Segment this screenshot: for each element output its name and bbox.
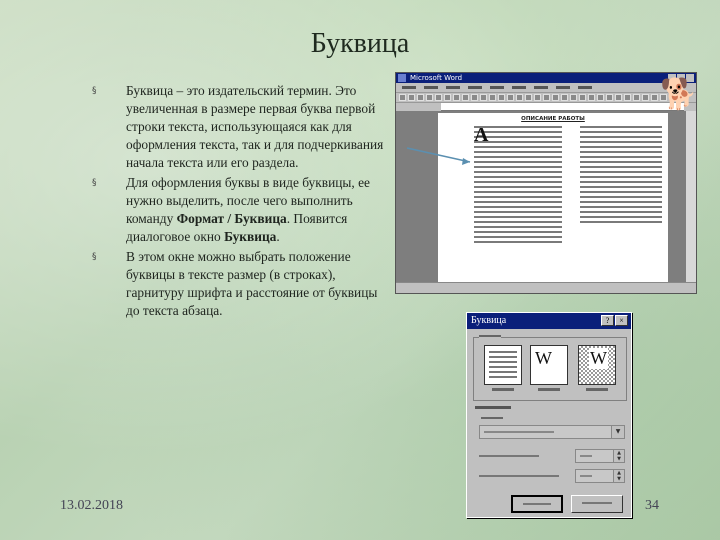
bullet-marker-icon: § [92, 252, 97, 262]
bullet-marker-icon: § [92, 178, 97, 188]
font-select[interactable]: ▼ [479, 425, 625, 439]
parameters-label [475, 406, 511, 409]
bullet-item: § Для оформления буквы в виде буквицы, е… [92, 174, 392, 246]
bullet-text: Буквица – это издательский термин. Это у… [126, 83, 384, 170]
help-button[interactable]: ? [601, 315, 614, 326]
spin-arrows-icon[interactable]: ▲ ▼ [613, 470, 624, 482]
cancel-button[interactable] [571, 495, 623, 513]
doc-column-right [580, 126, 662, 246]
drop-cap-dialog: Буквица ? × W W ▼ ▲ ▼ ▲ ▼ [466, 312, 632, 518]
word-titlebar: Microsoft Word [396, 73, 696, 83]
word-page: ОПИСАНИЕ РАБОТЫ А [438, 113, 668, 283]
lines-label [479, 455, 539, 457]
font-label [481, 417, 503, 419]
bullet-item: § Буквица – это издательский термин. Это… [92, 82, 392, 172]
margin-letter: W [589, 348, 608, 369]
chevron-down-icon[interactable]: ▼ [611, 426, 624, 438]
distance-label [479, 475, 559, 477]
dialog-title: Буквица [471, 315, 507, 326]
lines-spinner[interactable]: ▲ ▼ [575, 449, 625, 463]
dropped-letter: W [535, 348, 552, 368]
position-option-dropped[interactable]: W [530, 345, 568, 385]
close-button[interactable]: × [615, 315, 628, 326]
office-assistant-icon: 🐕 [660, 78, 698, 111]
drop-cap-letter: А [474, 124, 489, 146]
slide-date: 13.02.2018 [60, 498, 123, 513]
bullet-item: § В этом окне можно выбрать положение бу… [92, 248, 392, 320]
dialog-titlebar: Буквица ? × [467, 313, 631, 329]
bullet-text: В этом окне можно выбрать положение букв… [126, 249, 378, 318]
word-toolbar [396, 93, 696, 103]
word-menubar [396, 83, 696, 93]
word-title: Microsoft Word [410, 74, 463, 82]
ok-button[interactable] [511, 495, 563, 513]
distance-spinner[interactable]: ▲ ▼ [575, 469, 625, 483]
bullet-text: Для оформления буквы в виде буквицы, ее … [126, 175, 370, 244]
word-window-screenshot: Microsoft Word ОПИСАНИЕ РАБОТЫ А [395, 72, 697, 294]
dialog-name: Буквица [224, 229, 277, 244]
word-document-area: ОПИСАНИЕ РАБОТЫ А [396, 111, 696, 283]
bullet-marker-icon: § [92, 86, 97, 96]
position-option-none[interactable] [484, 345, 522, 385]
word-vertical-scrollbar [686, 111, 696, 283]
menu-command: Формат / Буквица [176, 211, 287, 226]
slide-title: Буквица [310, 28, 410, 59]
bullet-list: § Буквица – это издательский термин. Это… [92, 82, 392, 322]
word-ruler [441, 103, 684, 111]
doc-column-left: А [474, 124, 562, 246]
position-option-margin[interactable]: W [578, 345, 616, 385]
position-group: W W [473, 333, 627, 401]
slide-page-number: 34 [645, 498, 659, 513]
spin-arrows-icon[interactable]: ▲ ▼ [613, 450, 624, 462]
word-app-icon [398, 74, 406, 82]
word-statusbar [396, 282, 696, 293]
